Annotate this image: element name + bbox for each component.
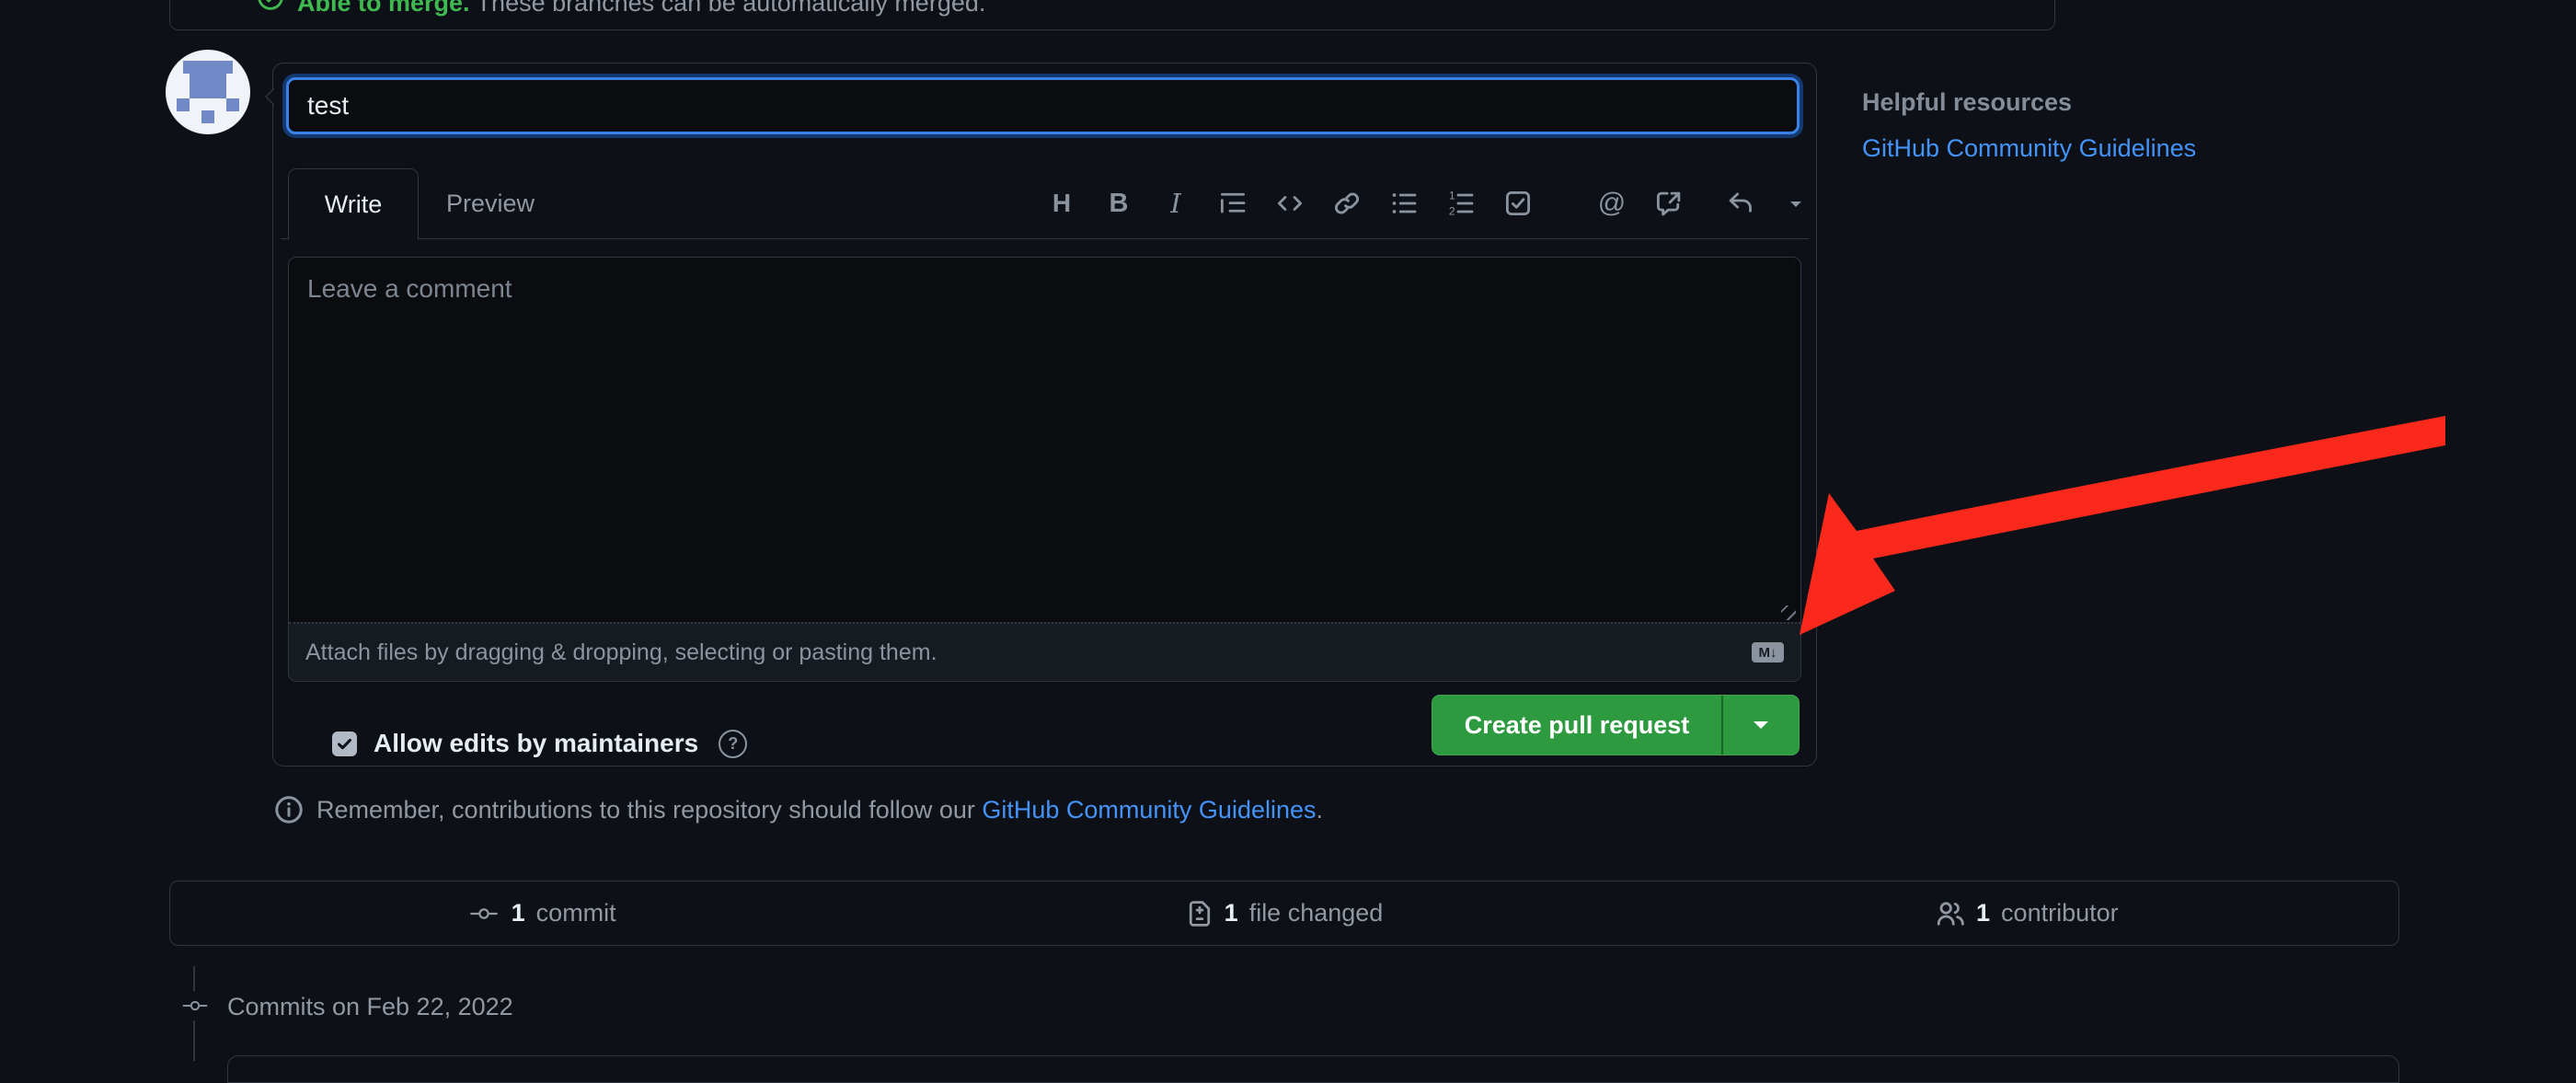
ordered-list-icon[interactable]: 1 2 bbox=[1446, 188, 1476, 219]
help-icon[interactable]: ? bbox=[719, 730, 747, 758]
create-pull-request-button[interactable]: Create pull request bbox=[1432, 696, 1721, 755]
create-pull-request-split-button: Create pull request bbox=[1432, 695, 1800, 755]
allow-edits-checkbox[interactable] bbox=[332, 732, 357, 756]
bold-icon[interactable]: B bbox=[1104, 188, 1133, 219]
pr-stats-bar: 1 commit 1 file changed 1 contributor bbox=[169, 881, 2399, 946]
tab-bar-divider bbox=[281, 238, 1809, 239]
commits-date-heading: Commits on Feb 22, 2022 bbox=[227, 993, 513, 1021]
check-circle-icon bbox=[257, 0, 284, 16]
tab-write[interactable]: Write bbox=[288, 168, 419, 239]
attach-files-area[interactable]: Attach files by dragging & dropping, sel… bbox=[289, 622, 1800, 681]
chevron-down-icon bbox=[1754, 721, 1768, 736]
markdown-icon[interactable]: M↓ bbox=[1752, 642, 1784, 662]
markdown-toolbar: H B I 1 bbox=[1047, 168, 1801, 238]
stat-files-changed[interactable]: 1 file changed bbox=[913, 899, 1655, 927]
commit-list-card bbox=[227, 1055, 2399, 1083]
resize-grip[interactable] bbox=[1781, 605, 1796, 620]
merge-status-text: Able to merge. bbox=[297, 0, 470, 17]
mention-icon[interactable]: @ bbox=[1597, 188, 1627, 219]
saved-reply-icon[interactable] bbox=[1726, 188, 1755, 219]
commit-icon bbox=[467, 904, 500, 923]
pr-title-input[interactable] bbox=[286, 77, 1800, 134]
task-list-icon[interactable] bbox=[1503, 188, 1533, 219]
file-diff-icon bbox=[1186, 900, 1213, 927]
svg-text:2: 2 bbox=[1449, 204, 1455, 217]
sidebar-community-guidelines-link[interactable]: GitHub Community Guidelines bbox=[1862, 134, 2196, 163]
cross-reference-icon[interactable] bbox=[1654, 188, 1684, 219]
stat-contributors[interactable]: 1 contributor bbox=[1656, 899, 2398, 928]
allow-edits-row: Allow edits by maintainers ? bbox=[332, 728, 747, 759]
info-icon bbox=[274, 795, 304, 824]
merge-status-banner: Able to merge. These branches can be aut… bbox=[169, 0, 2055, 30]
people-icon bbox=[1936, 899, 1965, 928]
community-guidelines-note: Remember, contributions to this reposito… bbox=[274, 795, 1323, 824]
community-guidelines-link[interactable]: GitHub Community Guidelines bbox=[982, 796, 1316, 824]
svg-text:1: 1 bbox=[1449, 190, 1455, 202]
attach-files-hint: Attach files by dragging & dropping, sel… bbox=[305, 639, 937, 666]
tab-preview[interactable]: Preview bbox=[428, 168, 553, 238]
comment-textarea[interactable] bbox=[289, 258, 1800, 622]
stat-commits[interactable]: 1 commit bbox=[170, 899, 913, 927]
avatar bbox=[166, 50, 250, 134]
allow-edits-label: Allow edits by maintainers bbox=[374, 729, 698, 758]
merge-status-message: These branches can be automatically merg… bbox=[477, 0, 986, 17]
helpful-resources-heading: Helpful resources bbox=[1862, 88, 2072, 117]
commit-icon bbox=[178, 991, 213, 1020]
quote-icon[interactable] bbox=[1218, 188, 1248, 219]
link-icon[interactable] bbox=[1332, 188, 1362, 219]
code-icon[interactable] bbox=[1275, 188, 1305, 219]
create-pull-request-dropdown[interactable] bbox=[1721, 696, 1799, 755]
comment-editor: Attach files by dragging & dropping, sel… bbox=[288, 257, 1801, 682]
note-text: Remember, contributions to this reposito… bbox=[316, 796, 975, 824]
italic-icon[interactable]: I bbox=[1161, 188, 1190, 219]
pull-request-compose-card: Write Preview H B I bbox=[272, 63, 1817, 766]
heading-icon[interactable]: H bbox=[1047, 188, 1076, 219]
saved-reply-caret-icon[interactable] bbox=[1790, 202, 1801, 213]
unordered-list-icon[interactable] bbox=[1389, 188, 1419, 219]
